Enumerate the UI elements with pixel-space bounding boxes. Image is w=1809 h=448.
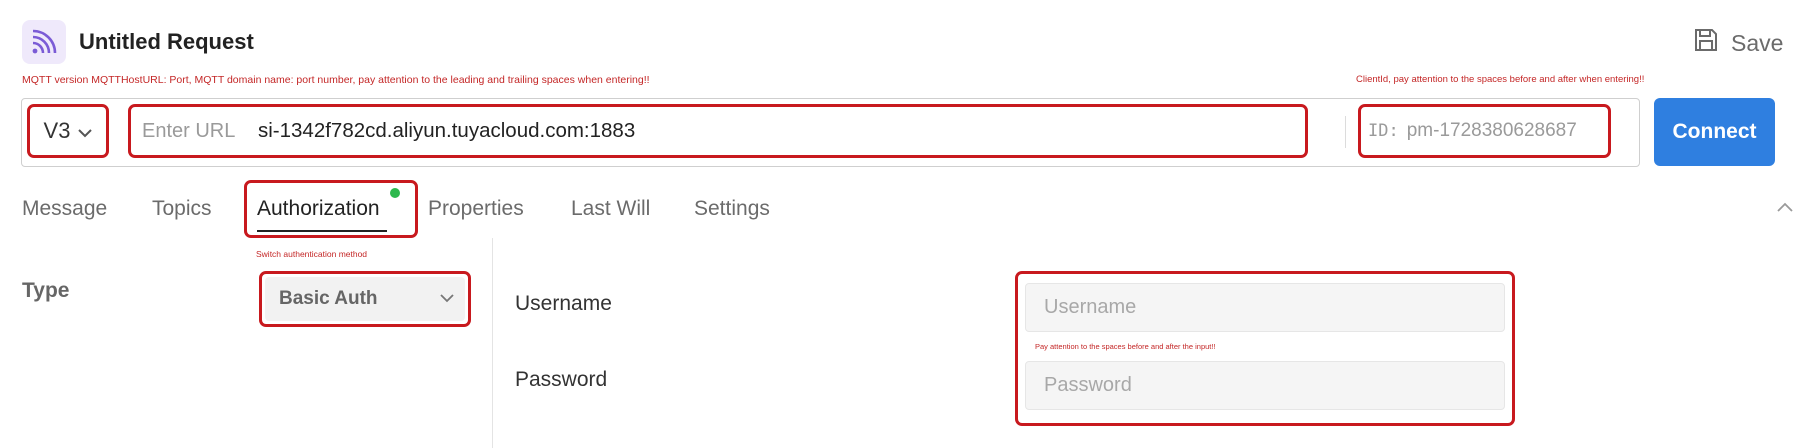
connect-button[interactable]: Connect <box>1654 98 1775 166</box>
mqtt-logo-icon <box>22 20 66 64</box>
tab-authorization[interactable]: Authorization <box>257 197 380 221</box>
status-dot <box>390 188 400 198</box>
username-label: Username <box>515 292 612 315</box>
tab-last-will[interactable]: Last Will <box>571 197 650 221</box>
client-id-annotation-note: ClientId, pay attention to the spaces be… <box>1356 74 1645 85</box>
mqtt-version-select[interactable]: V3 <box>27 104 109 158</box>
auth-type-label: Type <box>22 279 70 302</box>
client-id-input[interactable]: ID: pm-1728380628687 <box>1358 104 1611 158</box>
tab-settings[interactable]: Settings <box>694 197 770 221</box>
tab-topics[interactable]: Topics <box>152 197 212 221</box>
auth-type-value: Basic Auth <box>279 288 378 309</box>
url-annotation-note: MQTT version MQTTHostURL: Port, MQTT dom… <box>22 74 650 86</box>
active-tab-indicator <box>257 230 387 232</box>
url-input[interactable]: Enter URL si-1342f782cd.aliyun.tuyacloud… <box>128 104 1308 158</box>
client-id-value: pm-1728380628687 <box>1406 120 1577 141</box>
password-label: Password <box>515 368 608 391</box>
auth-type-select[interactable]: Basic Auth <box>259 271 471 327</box>
version-value: V3 <box>43 118 71 143</box>
username-input[interactable] <box>1025 283 1505 332</box>
save-icon <box>1693 27 1719 59</box>
url-value: si-1342f782cd.aliyun.tuyacloud.com:1883 <box>258 119 636 142</box>
collapse-icon[interactable] <box>1777 196 1793 217</box>
chevron-down-icon <box>78 118 93 144</box>
divider <box>1345 116 1346 148</box>
password-input[interactable] <box>1025 361 1505 410</box>
auth-annotation-note: Switch authentication method <box>256 249 368 259</box>
tab-message[interactable]: Message <box>22 197 107 221</box>
chevron-down-icon <box>440 290 454 308</box>
mqtt-request-page: Untitled Request Save MQTT version MQTTH… <box>0 0 1809 448</box>
client-id-label: ID: <box>1368 121 1399 141</box>
save-label: Save <box>1731 29 1784 56</box>
credentials-annotation-note: Pay attention to the spaces before and a… <box>1035 342 1216 351</box>
tab-properties[interactable]: Properties <box>428 197 524 221</box>
page-title: Untitled Request <box>79 29 254 54</box>
panel-divider <box>492 238 493 448</box>
save-button[interactable]: Save <box>1693 27 1783 59</box>
url-placeholder: Enter URL <box>142 119 236 142</box>
